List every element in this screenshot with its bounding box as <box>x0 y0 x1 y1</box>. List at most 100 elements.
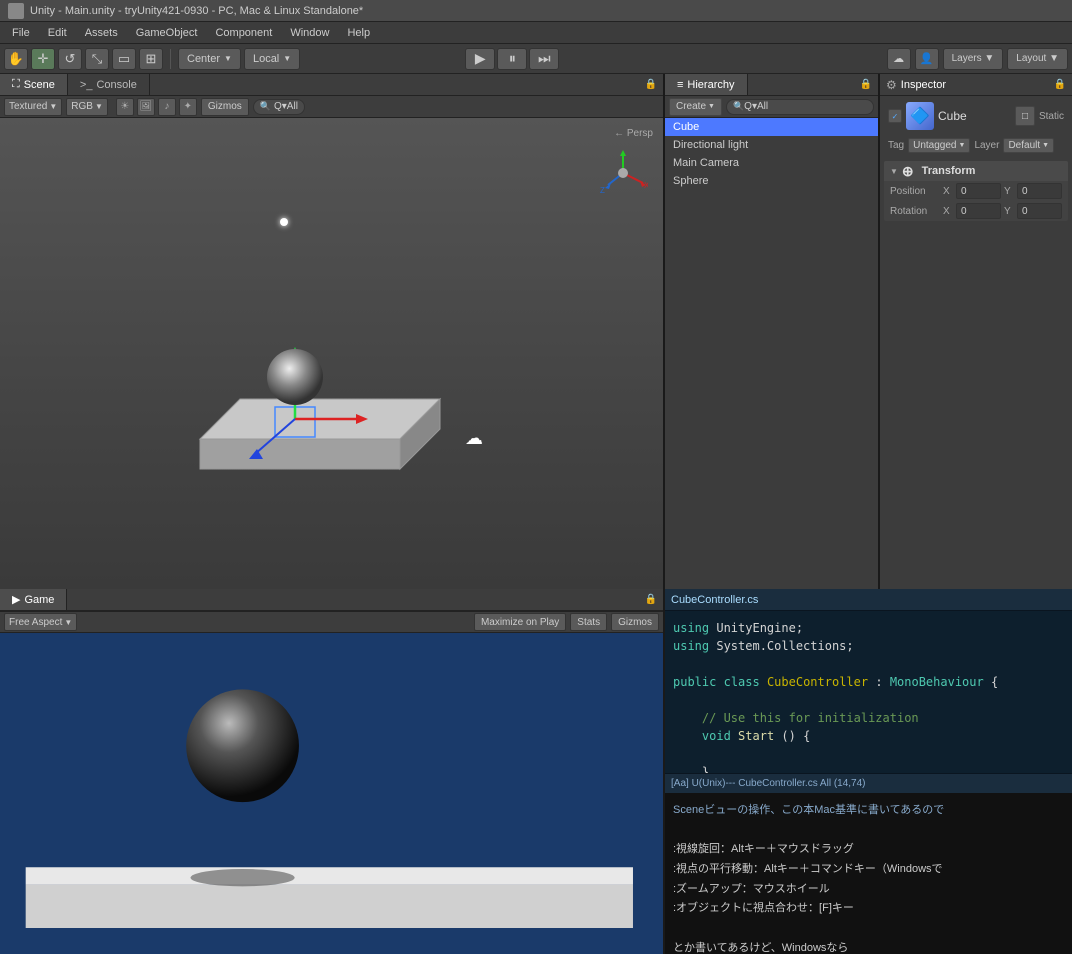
scene-search[interactable]: 🔍 Q▾All <box>253 99 305 115</box>
transform-icon: ⊕ <box>902 163 914 180</box>
layers-button[interactable]: Layers ▼ <box>943 48 1004 70</box>
image-toggle[interactable]: 🖼 <box>137 98 155 116</box>
account-icon-button[interactable]: 👤 <box>915 48 939 70</box>
inspector-tab-bar: ⚙ Inspector 🔒 <box>880 74 1072 96</box>
menu-component[interactable]: Component <box>207 25 280 41</box>
scene-canvas[interactable]: ← Persp Y X <box>0 118 663 589</box>
pos-x-label: X <box>943 186 953 197</box>
scale-tool-button[interactable]: ⤡ <box>85 48 109 70</box>
hierarchy-search[interactable]: 🔍 Q▾All <box>726 99 874 115</box>
hierarchy-list: Cube Directional light Main Camera Spher… <box>665 118 878 589</box>
rgb-dropdown[interactable]: RGB <box>66 98 108 116</box>
multi-tool-button[interactable]: ⊞ <box>139 48 163 70</box>
rot-y-label: Y <box>1004 206 1014 217</box>
center-button[interactable]: Center ▼ <box>178 48 241 70</box>
hierarchy-item-cube[interactable]: Cube <box>665 118 878 136</box>
maximize-label: Maximize on Play <box>481 617 559 628</box>
menu-edit[interactable]: Edit <box>40 25 75 41</box>
scene-tab[interactable]: ⛶ Scene <box>0 74 68 95</box>
sun-toggle[interactable]: ☀ <box>116 98 134 116</box>
aspect-label: Free Aspect <box>9 617 62 628</box>
gizmos-dropdown[interactable]: Gizmos <box>201 98 249 116</box>
sound-toggle[interactable]: ♪ <box>158 98 176 116</box>
transform-header[interactable]: ▼ ⊕ Transform <box>884 161 1068 181</box>
local-label: Local <box>253 53 279 65</box>
code-tab-bar: CubeController.cs <box>665 589 1072 611</box>
hierarchy-lock-icon: 🔒 <box>860 79 872 90</box>
layer-value: Default <box>1008 140 1040 151</box>
textured-dropdown[interactable]: Textured <box>4 98 62 116</box>
cloud-icon-button[interactable]: ☁ <box>887 48 911 70</box>
persp-label: ← Persp <box>614 128 653 139</box>
code-line-2: using System.Collections; <box>673 637 1064 655</box>
static-checkbox[interactable]: □ <box>1015 106 1035 126</box>
stats-btn[interactable]: Stats <box>570 613 607 631</box>
hierarchy-tab-label: Hierarchy <box>687 79 734 91</box>
code-line-9: } <box>673 763 1064 773</box>
jp-line-4: :視点の平行移動：Altキー＋コマンドキー（Windowsで <box>673 860 1064 880</box>
code-tab[interactable]: CubeController.cs <box>671 594 758 606</box>
code-line-7: void Start () { <box>673 727 1064 745</box>
game-tab-icon: ▶ <box>12 593 20 606</box>
move-tool-button[interactable]: ✛ <box>31 48 55 70</box>
game-tab[interactable]: ▶ Game <box>0 589 67 610</box>
position-xyz: X Y <box>943 183 1062 199</box>
inspector-tag-row: Tag Untagged Layer Default <box>884 136 1068 155</box>
step-button[interactable]: ⏭ <box>529 48 559 70</box>
game-view: ▶ Game 🔒 Free Aspect Maximize on Play <box>0 589 663 954</box>
game-gizmos-dropdown[interactable]: Gizmos <box>611 613 659 631</box>
rot-x-input[interactable] <box>956 203 1001 219</box>
pos-y-input[interactable] <box>1017 183 1062 199</box>
svg-text:X: X <box>644 181 648 190</box>
pos-y-label: Y <box>1004 186 1014 197</box>
rot-y-input[interactable] <box>1017 203 1062 219</box>
jp-line-2 <box>673 820 1064 840</box>
menu-window[interactable]: Window <box>282 25 337 41</box>
maximize-on-play-btn[interactable]: Maximize on Play <box>474 613 566 631</box>
console-tab[interactable]: >_ Console <box>68 74 150 95</box>
inspector-body: ✓ 🔷 Cube □ Static Tag Untagged <box>880 96 1072 229</box>
jp-line-3: :視線旋回：Altキー＋マウスドラッグ <box>673 840 1064 860</box>
pos-x-input[interactable] <box>956 183 1001 199</box>
hand-tool-button[interactable]: ✋ <box>4 48 28 70</box>
code-line-4: public class CubeController : MonoBehavi… <box>673 673 1064 691</box>
hierarchy-item-sphere[interactable]: Sphere <box>665 172 878 190</box>
sun-dot <box>280 218 288 226</box>
layout-button[interactable]: Layout ▼ <box>1007 48 1068 70</box>
svg-text:Z: Z <box>600 186 605 195</box>
rot-x-label: X <box>943 206 953 217</box>
hierarchy-item-camera[interactable]: Main Camera <box>665 154 878 172</box>
scene-view: ⛶ Scene >_ Console 🔒 Textured <box>0 74 663 589</box>
jp-line-5: :ズームアップ：マウスホイール <box>673 880 1064 900</box>
position-label: Position <box>890 186 939 197</box>
pause-button[interactable]: ⏸ <box>497 48 527 70</box>
aspect-dropdown[interactable]: Free Aspect <box>4 613 77 631</box>
rotation-field: Rotation X Y <box>884 201 1068 221</box>
menu-gameobject[interactable]: GameObject <box>128 25 206 41</box>
hierarchy-item-light[interactable]: Directional light <box>665 136 878 154</box>
stats-label: Stats <box>577 617 600 628</box>
object-enabled-checkbox[interactable]: ✓ <box>888 109 902 123</box>
svg-text:Y: Y <box>620 148 626 150</box>
console-tab-icon: >_ <box>80 79 93 91</box>
game-canvas[interactable] <box>0 633 663 954</box>
code-line-8 <box>673 745 1064 763</box>
code-line-5 <box>673 691 1064 709</box>
play-button[interactable]: ▶ <box>465 48 495 70</box>
hierarchy-tab-icon: ≡ <box>677 79 683 91</box>
fx-toggle[interactable]: ✦ <box>179 98 197 116</box>
tag-select[interactable]: Untagged <box>908 138 970 153</box>
rect-tool-button[interactable]: ▭ <box>112 48 136 70</box>
menu-help[interactable]: Help <box>339 25 378 41</box>
rotation-label: Rotation <box>890 206 939 217</box>
menu-assets[interactable]: Assets <box>77 25 126 41</box>
local-button[interactable]: Local ▼ <box>244 48 300 70</box>
rotate-tool-button[interactable]: ↺ <box>58 48 82 70</box>
create-button[interactable]: Create <box>669 98 722 116</box>
toolbar: ✋ ✛ ↺ ⤡ ▭ ⊞ Center ▼ Local ▼ ▶ ⏸ ⏭ ☁ 👤 L… <box>0 44 1072 74</box>
hierarchy-tab[interactable]: ≡ Hierarchy <box>665 74 748 95</box>
scene-toolbar: Textured RGB ☀ 🖼 ♪ ✦ Gizmos <box>0 96 663 118</box>
code-body: using UnityEngine; using System.Collecti… <box>665 611 1072 773</box>
layer-select[interactable]: Default <box>1003 138 1054 153</box>
menu-file[interactable]: File <box>4 25 38 41</box>
